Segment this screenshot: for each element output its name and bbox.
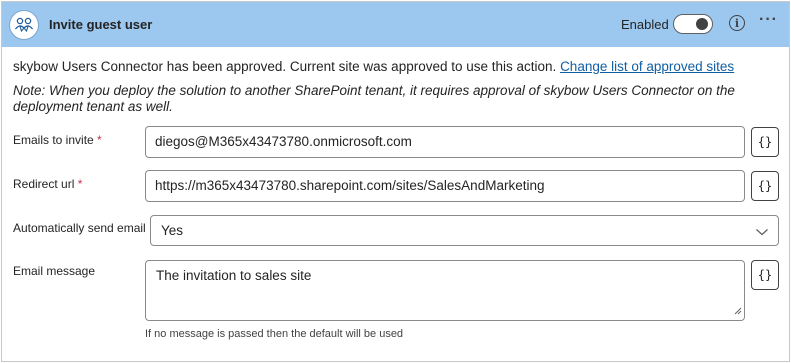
card-header: Invite guest user Enabled i ···	[2, 2, 789, 47]
emails-label-text: Emails to invite	[13, 133, 94, 147]
auto-send-select[interactable]: Yes	[150, 215, 779, 246]
message-dynamic-value-button[interactable]: {}	[751, 260, 779, 290]
required-mark: *	[97, 133, 102, 147]
info-icon[interactable]: i	[729, 15, 745, 31]
card-title: Invite guest user	[49, 17, 153, 32]
enabled-toggle[interactable]	[673, 14, 713, 34]
approval-text: skybow Users Connector has been approved…	[13, 59, 557, 74]
invite-guest-user-card: Invite guest user Enabled i ··· skybow U…	[1, 1, 790, 362]
required-mark: *	[77, 177, 83, 191]
chevron-down-icon	[755, 225, 769, 240]
change-approved-sites-link[interactable]: Change list of approved sites	[560, 59, 734, 74]
resize-grip-icon[interactable]	[734, 303, 742, 318]
more-options-button[interactable]: ···	[759, 11, 778, 29]
redirect-label: Redirect url *	[13, 177, 82, 191]
redirect-dynamic-value-button[interactable]: {}	[751, 171, 779, 201]
emails-dynamic-value-button[interactable]: {}	[751, 127, 779, 157]
deployment-note: Note: When you deploy the solution to an…	[13, 83, 735, 114]
approval-message: skybow Users Connector has been approved…	[13, 59, 734, 74]
message-label: Email message	[13, 264, 96, 278]
auto-send-label: Automatically send email	[13, 221, 146, 235]
email-message-value: The invitation to sales site	[156, 268, 312, 283]
email-message-textarea[interactable]: The invitation to sales site	[145, 260, 745, 321]
toggle-knob	[696, 18, 708, 30]
emails-label: Emails to invite *	[13, 133, 102, 147]
enabled-label: Enabled	[621, 17, 669, 32]
auto-send-value: Yes	[161, 223, 184, 238]
redirect-url-input[interactable]: https://m365x43473780.sharepoint.com/sit…	[145, 170, 745, 202]
redirect-label-text: Redirect url	[13, 177, 75, 191]
people-icon	[9, 10, 39, 40]
message-hint: If no message is passed then the default…	[145, 328, 404, 340]
emails-input[interactable]: diegos@M365x43473780.onmicrosoft.com	[145, 126, 745, 158]
